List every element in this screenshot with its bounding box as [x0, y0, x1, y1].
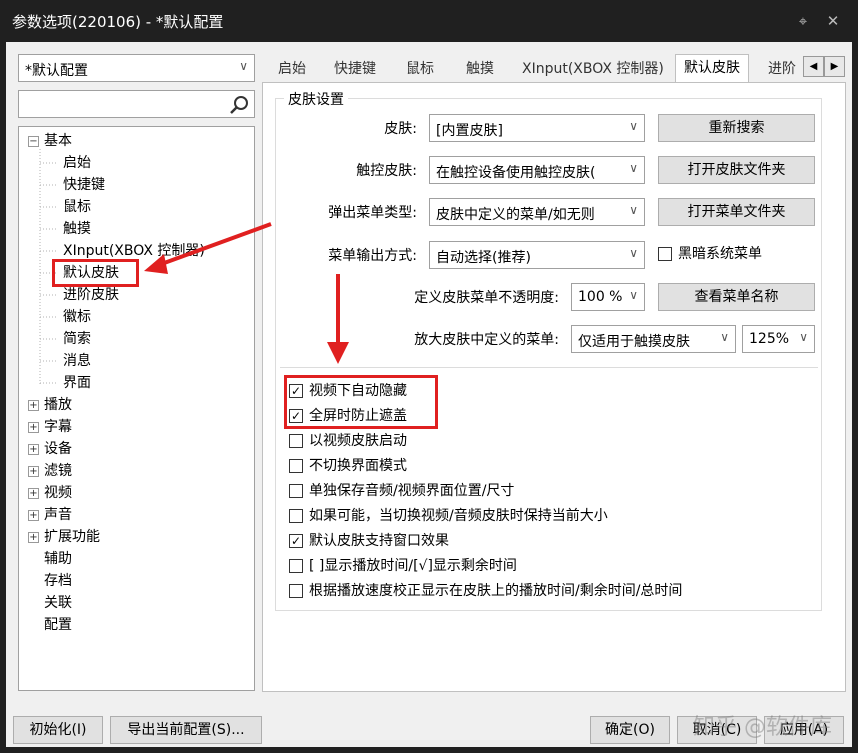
ok-button[interactable]: 确定(O) [590, 716, 670, 744]
dialog-client: *默认配置 ∨ − 基本 启始 快捷键 鼠标 触摸 XInput(XBOX 控制… [6, 42, 852, 747]
window-title: 参数选项(220106) - *默认配置 [12, 13, 224, 31]
pin-icon[interactable]: ⌖ [790, 8, 816, 34]
export-config-button[interactable]: 导出当前配置(S)... [110, 716, 262, 744]
annotation-arrows [144, 222, 349, 364]
close-icon[interactable]: ✕ [820, 8, 846, 34]
watermark: 知乎 @软件库 [693, 715, 832, 740]
title-bar: 参数选项(220106) - *默认配置 ⌖ ✕ [0, 0, 858, 42]
init-button[interactable]: 初始化(I) [13, 716, 103, 744]
options-dialog: 参数选项(220106) - *默认配置 ⌖ ✕ *默认配置 ∨ − 基本 启始… [0, 0, 858, 753]
